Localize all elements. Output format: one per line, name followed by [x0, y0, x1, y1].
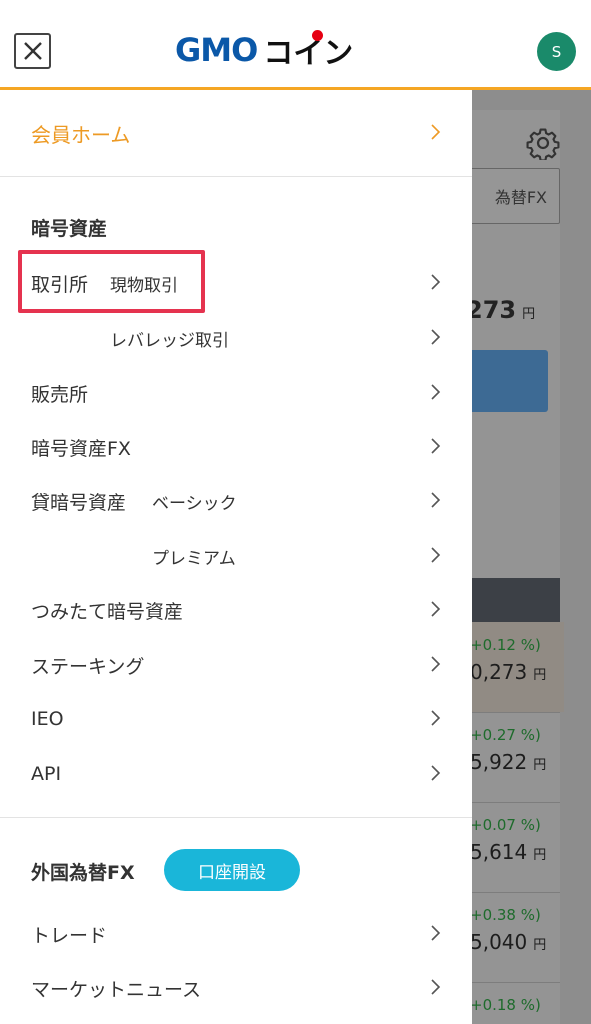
background-card [472, 110, 560, 1024]
background-row: +0.12 %) 0,273 円 [472, 622, 564, 712]
background-tab-forex: 為替FX [472, 168, 560, 224]
background-row-value: 5,614 円 [472, 840, 547, 864]
chevron-right-icon [431, 656, 441, 672]
menu-item-label: 暗号資産FX [31, 437, 131, 460]
menu-item-staking[interactable]: ステーキング [0, 638, 472, 692]
background-row-value: 5,922 円 [472, 750, 547, 774]
menu-item-sublabel: プレミアム [152, 548, 236, 569]
background-row-value: 5,040 円 [472, 930, 547, 954]
menu-item-label: IEO [31, 708, 64, 730]
background-row: +0.27 %) 5,922 円 [472, 726, 546, 774]
background-row-change: +0.18 %) [472, 996, 541, 1014]
chevron-right-icon [431, 274, 441, 290]
avatar[interactable]: S [537, 32, 576, 71]
menu-item-api[interactable]: API [0, 747, 472, 801]
navigation-drawer: 会員ホーム 暗号資産 取引所 現物取引 レバレッジ取引 販売所 暗号資産FX 貸… [0, 90, 472, 1024]
highlight-box [18, 250, 205, 313]
chevron-right-icon [431, 925, 441, 941]
menu-item-label: マーケットニュース [31, 978, 202, 1001]
background-price: 273 円 [472, 296, 535, 324]
divider [472, 982, 560, 983]
background-row-change: +0.07 %) [472, 816, 541, 834]
gmo-coin-logo[interactable]: GMO コイン [175, 28, 353, 72]
divider [472, 802, 560, 803]
menu-item-trade[interactable]: トレード [0, 907, 472, 961]
divider [0, 176, 472, 177]
close-menu-button[interactable] [14, 33, 51, 69]
chevron-right-icon [431, 710, 441, 726]
chevron-right-icon [431, 547, 441, 563]
chevron-right-icon [431, 384, 441, 400]
background-row-change: +0.27 %) [472, 726, 541, 744]
menu-item-tsumitate[interactable]: つみたて暗号資産 [0, 583, 472, 637]
chevron-right-icon [431, 765, 441, 781]
chevron-right-icon [431, 124, 441, 140]
background-row: +0.18 %) [472, 996, 541, 1014]
menu-item-lending-premium[interactable]: プレミアム [0, 529, 472, 583]
menu-item-sales[interactable]: 販売所 [0, 366, 472, 420]
logo-coin-text: コイン [263, 28, 353, 72]
section-title-crypto: 暗号資産 [31, 218, 108, 240]
background-action-button [472, 350, 548, 412]
menu-item-label: つみたて暗号資産 [31, 600, 184, 623]
background-row: +0.07 %) 5,614 円 [472, 816, 546, 864]
menu-item-crypto-fx[interactable]: 暗号資産FX [0, 420, 472, 474]
background-row: +0.38 %) 5,040 円 [472, 906, 546, 954]
menu-item-label: ステーキング [31, 655, 145, 678]
close-icon [24, 42, 42, 60]
menu-item-label: トレード [31, 924, 108, 947]
menu-item-market-news[interactable]: マーケットニュース [0, 961, 472, 1015]
menu-item-label: 貸暗号資産 [31, 491, 127, 514]
divider [0, 817, 472, 818]
menu-item-ieo[interactable]: IEO [0, 692, 472, 746]
chevron-right-icon [431, 979, 441, 995]
open-account-button[interactable]: 口座開設 [164, 849, 300, 891]
menu-item-sublabel: ベーシック [152, 493, 237, 514]
chevron-right-icon [431, 438, 441, 454]
menu-item-lending-basic[interactable]: 貸暗号資産 ベーシック [0, 474, 472, 528]
menu-item-label: API [31, 763, 62, 785]
menu-item-member-home[interactable]: 会員ホーム [0, 106, 472, 160]
background-page-overlay[interactable]: 為替FX 273 円 +0.12 %) 0,273 円 +0.27 %) 5,922… [472, 90, 591, 1024]
section-title-forex: 外国為替FX [31, 862, 135, 884]
chevron-right-icon [431, 601, 441, 617]
chevron-right-icon [431, 492, 441, 508]
divider [472, 712, 560, 713]
menu-item-label: 会員ホーム [31, 122, 131, 147]
menu-item-sublabel: レバレッジ取引 [110, 330, 229, 351]
background-price-value: 273 [472, 296, 517, 324]
logo-gmo-text: GMO [175, 31, 258, 69]
menu-item-label: 販売所 [31, 383, 89, 406]
chevron-right-icon [431, 329, 441, 345]
background-row-change: +0.12 %) [472, 636, 541, 654]
logo-coin-label: コイン [263, 36, 354, 71]
background-row-change: +0.38 %) [472, 906, 541, 924]
divider [472, 892, 560, 893]
background-row-value: 0,273 円 [472, 660, 547, 684]
app-header: GMO コイン S [0, 0, 591, 90]
gear-icon [526, 126, 560, 168]
background-price-unit: 円 [522, 307, 536, 322]
background-table-header [472, 578, 560, 622]
menu-item-exchange-leverage[interactable]: レバレッジ取引 [0, 311, 472, 365]
